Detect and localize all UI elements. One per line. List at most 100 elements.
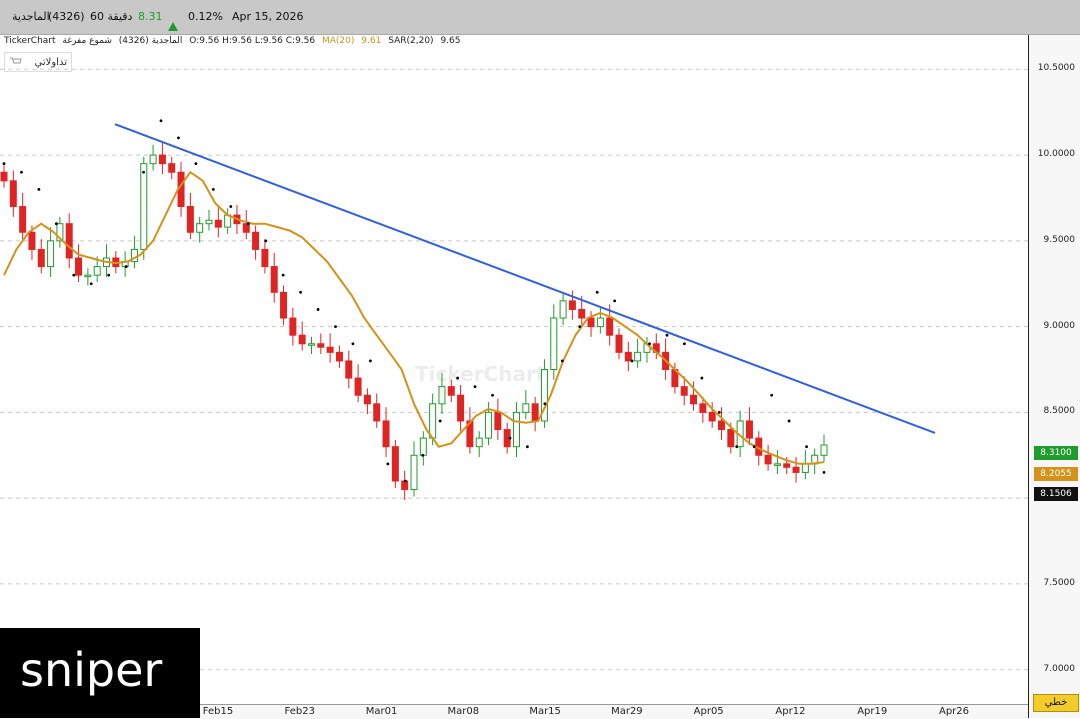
candle-body — [75, 257, 83, 276]
candle-body — [634, 351, 642, 362]
candle-body — [308, 343, 315, 346]
trend-line — [114, 123, 936, 434]
price-chart[interactable] — [0, 35, 1028, 704]
candle-body — [410, 454, 418, 491]
candle-body — [438, 386, 446, 405]
sar-dot — [72, 273, 76, 277]
candle-body — [149, 154, 157, 165]
candle-body — [624, 351, 632, 362]
candle-body — [475, 437, 483, 448]
candle-body — [19, 206, 27, 233]
sar-dot — [683, 342, 686, 346]
candle-body — [587, 317, 595, 328]
sar-dot — [2, 162, 6, 166]
candle-body — [345, 360, 353, 379]
candle-body — [354, 377, 362, 396]
x-tick-label: Apr05 — [693, 706, 724, 717]
sar-dot — [211, 187, 215, 191]
candle-body — [550, 317, 558, 370]
sar-dot — [456, 376, 460, 380]
candle-body — [429, 403, 437, 439]
sar-dot — [613, 299, 617, 303]
sar-dot — [787, 419, 791, 423]
candle-body — [457, 394, 465, 422]
candle-body — [764, 454, 772, 465]
candle-body — [690, 394, 698, 405]
candle-body — [289, 317, 297, 336]
sar-dot — [54, 222, 58, 226]
x-tick-label: Apr19 — [857, 706, 888, 717]
candle-body — [699, 403, 707, 413]
candle-body — [168, 163, 176, 173]
candle-body — [270, 266, 278, 293]
sar-dot — [299, 290, 302, 294]
y-tick-label: 8.5000 — [1043, 406, 1076, 417]
top-header: الماجدية (4326) 60 دقيقة 8.31 0.12% Apr … — [0, 0, 1080, 35]
candle-body — [718, 420, 725, 431]
sar-dot — [229, 205, 233, 208]
candle-body — [93, 266, 101, 276]
candle-body — [382, 420, 390, 448]
x-tick-label: Mar08 — [447, 706, 480, 717]
candle-body — [261, 248, 269, 268]
sar-dot — [630, 359, 634, 363]
sar-dot — [648, 342, 651, 346]
sar-dot — [595, 290, 599, 294]
sar-dot — [665, 333, 669, 337]
symbol-code: (4326) — [48, 10, 85, 23]
sar-price-box: 8.1506 — [1034, 487, 1078, 501]
sar-dot — [717, 410, 721, 414]
sar-dot — [264, 239, 268, 243]
candle-body — [280, 291, 288, 319]
sar-dot — [37, 187, 41, 191]
candle-body — [485, 411, 493, 439]
sar-dot — [334, 325, 337, 329]
last-price: 8.31 — [138, 10, 163, 23]
x-tick-label: Mar15 — [529, 706, 561, 717]
candle-body — [680, 386, 688, 396]
sar-dot — [805, 445, 808, 449]
candle-body — [513, 411, 520, 448]
price-axis[interactable]: 10.500010.00009.50009.00008.50008.00007.… — [1028, 35, 1080, 718]
candle-body — [820, 444, 828, 456]
y-tick-label: 9.0000 — [1043, 320, 1076, 331]
candle-body — [494, 411, 502, 431]
candle-body — [568, 300, 576, 310]
candle-body — [559, 300, 567, 319]
candle-body — [419, 437, 427, 456]
line-chart-button[interactable]: خطي — [1033, 694, 1079, 712]
candle-body — [252, 231, 260, 250]
sar-dot — [281, 273, 285, 277]
sar-dot — [560, 359, 564, 363]
candle-body — [214, 219, 222, 228]
y-tick-label: 9.5000 — [1043, 234, 1076, 245]
x-tick-label: Feb15 — [202, 706, 234, 717]
candle-body — [84, 274, 92, 278]
sar-dot — [124, 265, 128, 268]
candle-body — [317, 343, 325, 348]
sar-dot — [368, 359, 372, 363]
candle-body — [606, 317, 614, 336]
sar-dot — [438, 419, 442, 423]
candle-body — [0, 171, 8, 182]
sar-dot — [316, 308, 320, 311]
last-price-box: 8.3100 — [1034, 446, 1078, 460]
x-tick-label: Apr12 — [775, 706, 806, 717]
sar-dot — [89, 282, 93, 286]
sar-dot — [770, 393, 774, 397]
candle-body — [522, 403, 530, 413]
candle-body — [196, 223, 204, 233]
sar-dot — [421, 453, 425, 457]
x-tick-label: Feb23 — [284, 706, 315, 717]
timeframe-label[interactable]: 60 دقيقة — [90, 10, 132, 23]
candle-body — [335, 351, 343, 362]
candle-body — [158, 154, 166, 165]
sar-dot — [142, 170, 145, 174]
candle-body — [745, 420, 753, 439]
y-tick-label: 10.0000 — [1037, 149, 1075, 160]
sniper-overlay: sniper — [0, 628, 200, 718]
sar-dot — [473, 385, 477, 389]
candle-body — [205, 219, 213, 225]
header-date: Apr 15, 2026 — [232, 10, 304, 23]
candle-body — [28, 231, 36, 250]
